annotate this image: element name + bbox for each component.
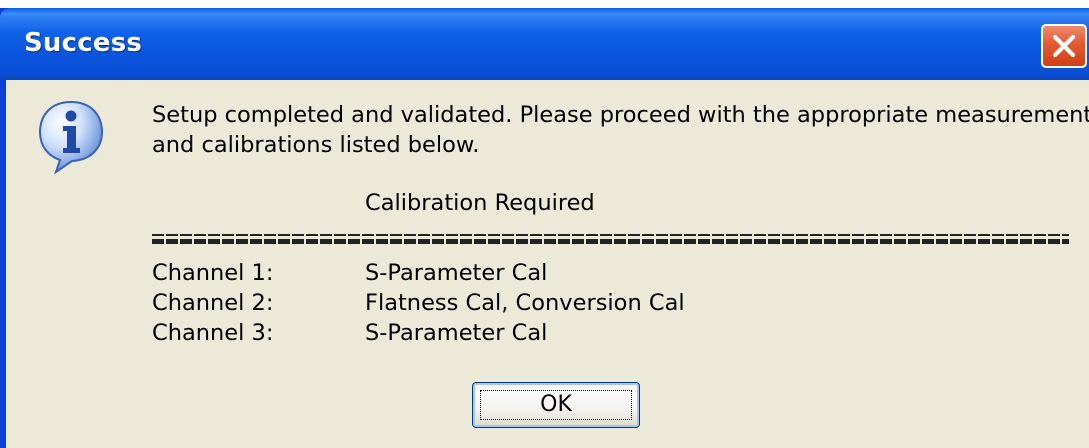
channel-label: Channel 3:: [152, 320, 274, 346]
calibration-value: S-Parameter Cal: [365, 320, 548, 346]
message-line-1: Setup completed and validated. Please pr…: [152, 102, 1089, 128]
channel-label: Channel 1:: [152, 260, 274, 286]
channel-label: Channel 2:: [152, 290, 274, 316]
ok-button[interactable]: OK: [472, 382, 640, 428]
close-x-icon: [1052, 34, 1076, 58]
close-button[interactable]: [1041, 24, 1087, 68]
calibration-value: Flatness Cal, Conversion Cal: [365, 290, 685, 316]
message-line-2: and calibrations listed below.: [152, 132, 480, 158]
separator-line: [152, 230, 1069, 244]
dialog-window: Success Setup completed and validated. P…: [0, 8, 1089, 448]
title-bar[interactable]: Success: [0, 8, 1089, 80]
ok-button-label: OK: [540, 392, 572, 417]
calibration-header: Calibration Required: [365, 190, 595, 216]
window-title: Success: [24, 28, 143, 58]
dialog-body: Setup completed and validated. Please pr…: [6, 80, 1089, 448]
info-icon: [38, 100, 104, 174]
calibration-value: S-Parameter Cal: [365, 260, 548, 286]
